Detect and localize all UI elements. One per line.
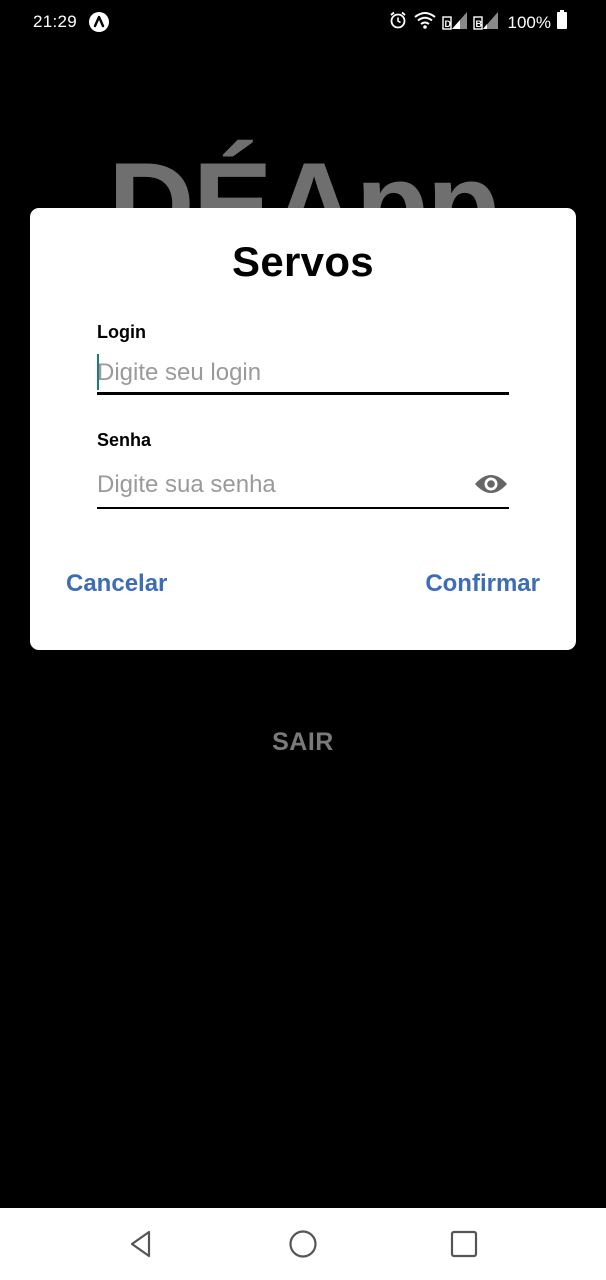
cancel-button[interactable]: Cancelar	[66, 570, 167, 598]
status-icons: D B 100%	[388, 10, 568, 35]
login-input[interactable]	[97, 352, 509, 394]
screen: 21:29 D B 100% DÉApp SAIR Servos Login D…	[0, 0, 606, 1280]
exit-button[interactable]: SAIR	[0, 728, 606, 757]
status-time: 21:29	[33, 12, 78, 31]
password-underline	[97, 507, 509, 509]
login-underline	[97, 392, 509, 395]
login-dialog: Servos Login Senha Cancelar Confirmar	[30, 208, 576, 650]
text-caret	[97, 354, 99, 390]
navigation-bar	[0, 1208, 606, 1280]
signal-icon: B	[472, 10, 499, 35]
battery-icon	[556, 10, 568, 35]
password-input[interactable]	[97, 464, 467, 506]
alarm-icon	[388, 10, 408, 35]
home-icon[interactable]	[287, 1228, 319, 1260]
login-label: Login	[97, 322, 146, 342]
app-notification-icon	[89, 12, 109, 32]
confirm-button[interactable]: Confirmar	[425, 570, 540, 598]
battery-percentage: 100%	[507, 12, 551, 32]
svg-text:B: B	[475, 19, 482, 29]
status-bar: 21:29 D B 100%	[0, 0, 606, 46]
eye-icon[interactable]	[474, 472, 508, 496]
svg-text:D: D	[444, 19, 451, 29]
wifi-icon	[413, 10, 437, 35]
recents-icon[interactable]	[448, 1228, 480, 1260]
back-icon[interactable]	[126, 1228, 158, 1260]
signal-icon: D	[441, 10, 468, 35]
dialog-title: Servos	[232, 238, 374, 285]
password-label: Senha	[97, 430, 152, 450]
